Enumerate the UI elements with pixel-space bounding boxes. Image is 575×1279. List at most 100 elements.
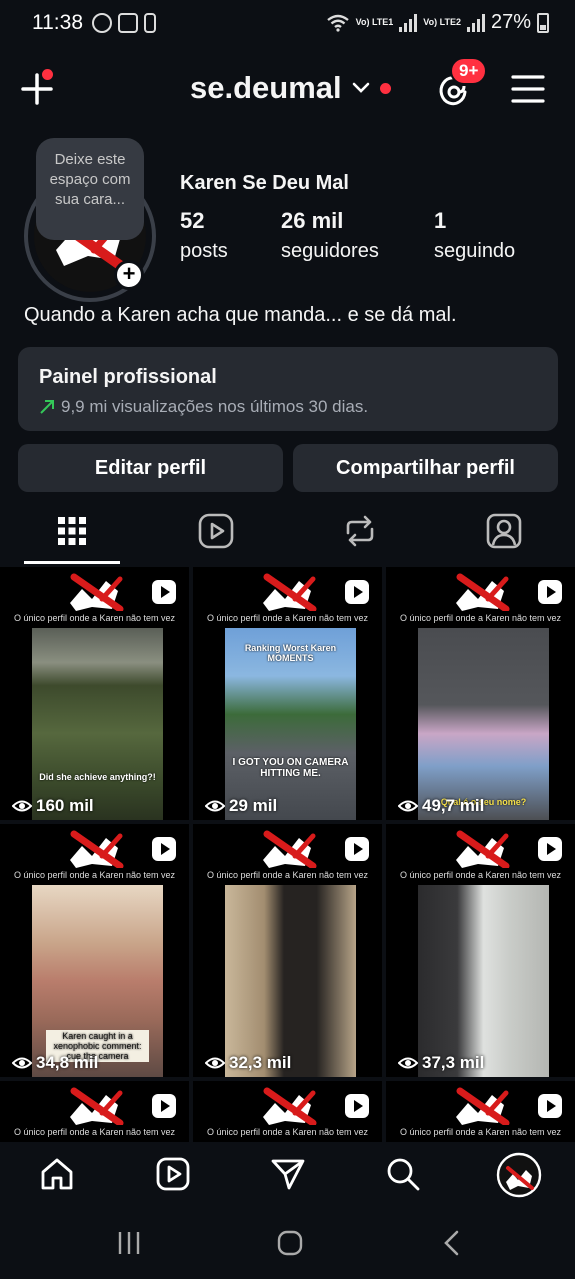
dashboard-title: Painel profissional (39, 366, 217, 388)
bottom-navigation (0, 1142, 575, 1210)
grid-post[interactable]: O único perfil onde a Karen não tem vez … (386, 567, 575, 820)
nav-home[interactable] (39, 1156, 75, 1192)
post-thumbnail (418, 628, 549, 820)
post-caption: O único perfil onde a Karen não tem vez (206, 613, 369, 623)
reel-indicator-icon (152, 837, 176, 861)
tab-reels[interactable] (196, 511, 236, 551)
home-icon (41, 1158, 73, 1190)
view-count-text: 34,8 mil (36, 1053, 99, 1072)
post-caption: O único perfil onde a Karen não tem vez (399, 1127, 562, 1137)
reel-indicator-icon (538, 837, 562, 861)
create-button[interactable] (20, 69, 54, 106)
send-icon (271, 1159, 305, 1190)
trend-up-icon (40, 400, 54, 414)
repost-icon (346, 515, 374, 547)
reel-indicator-icon (152, 580, 176, 604)
note-bubble[interactable]: Deixe este espaço com sua cara... (36, 138, 144, 240)
reel-indicator-icon (152, 1094, 176, 1118)
profile-avatar-icon (496, 1152, 542, 1198)
post-thumbnail (225, 885, 356, 1077)
eye-icon (398, 800, 418, 812)
reel-indicator-icon (345, 580, 369, 604)
chevron-down-icon (352, 82, 369, 93)
posts-count: 52 (180, 208, 205, 233)
grid-post[interactable]: O único perfil onde a Karen não tem vez … (0, 824, 189, 1077)
active-tab-indicator (24, 561, 120, 564)
display-name: Karen Se Deu Mal (180, 172, 349, 194)
brand-logo (263, 1087, 317, 1125)
add-story-button[interactable]: + (114, 260, 144, 290)
username: se.deumal (190, 70, 342, 105)
menu-button[interactable] (511, 74, 545, 104)
reels-icon (156, 1157, 190, 1191)
post-overlay-text: Did she achieve anything?! (39, 772, 156, 782)
grid-post[interactable]: O único perfil onde a Karen não tem vez … (193, 567, 382, 820)
post-thumbnail (32, 628, 163, 820)
create-notification-dot (42, 69, 53, 80)
view-count-text: 37,3 mil (422, 1053, 485, 1072)
tab-reposts[interactable] (340, 511, 380, 551)
view-count-text: 160 mil (36, 796, 94, 815)
reel-indicator-icon (345, 1094, 369, 1118)
recent-apps-button[interactable] (117, 1230, 141, 1256)
grid-post[interactable]: O único perfil onde a Karen não tem vez … (0, 567, 189, 820)
signal-icon (466, 13, 485, 32)
tab-posts-grid[interactable] (52, 511, 92, 551)
eye-icon (12, 800, 32, 812)
post-caption: O único perfil onde a Karen não tem vez (206, 1127, 369, 1137)
account-notification-dot (379, 82, 391, 94)
view-count-text: 32,3 mil (229, 1053, 292, 1072)
brand-logo (70, 573, 124, 611)
post-caption: O único perfil onde a Karen não tem vez (399, 613, 562, 623)
brand-logo (263, 830, 317, 868)
back-button[interactable] (442, 1230, 460, 1256)
grid-post[interactable]: O único perfil onde a Karen não tem vez … (386, 824, 575, 1077)
professional-dashboard[interactable]: Painel profissional 9,9 mi visualizações… (18, 347, 558, 431)
followers-label: seguidores (281, 240, 379, 262)
account-switcher[interactable]: se.deumal (190, 70, 391, 106)
eye-icon (12, 1057, 32, 1069)
grid-post[interactable]: O único perfil onde a Karen não tem vez … (193, 824, 382, 1077)
brand-logo (70, 830, 124, 868)
nav-messages[interactable] (270, 1156, 306, 1192)
view-count: 29 mil (205, 796, 277, 816)
view-count-text: 29 mil (229, 796, 278, 815)
home-button[interactable] (277, 1230, 303, 1256)
eye-icon (398, 1057, 418, 1069)
following-label: seguindo (434, 240, 516, 262)
brand-logo (456, 1087, 510, 1125)
reel-indicator-icon (538, 1094, 562, 1118)
brand-logo (70, 1087, 124, 1125)
posts-grid: O único perfil onde a Karen não tem vez … (0, 567, 575, 1142)
share-profile-button[interactable]: Compartilhar perfil (293, 444, 558, 492)
signal-icon (399, 13, 418, 32)
grid-post[interactable]: O único perfil onde a Karen não tem vez (386, 1081, 575, 1142)
reel-indicator-icon (538, 580, 562, 604)
hamburger-icon (511, 75, 545, 103)
device-icon (144, 13, 156, 33)
battery-percent: 27% (490, 11, 531, 33)
post-overlay-text: Ranking Worst Karen MOMENTS (244, 643, 337, 663)
sim1-label: Vo) LTE1 (355, 17, 394, 27)
edit-profile-button[interactable]: Editar perfil (18, 444, 283, 492)
posts-stat[interactable]: 52 posts (180, 208, 228, 263)
view-count: 34,8 mil (12, 1053, 98, 1073)
followers-stat[interactable]: 26 mil seguidores (281, 208, 379, 263)
nav-profile[interactable] (496, 1152, 542, 1198)
view-count-text: 49,7 mil (422, 796, 485, 815)
grid-post[interactable]: O único perfil onde a Karen não tem vez (193, 1081, 382, 1142)
voicemail-icon (118, 13, 138, 33)
following-count: 1 (434, 208, 447, 233)
posts-label: posts (180, 240, 228, 262)
post-caption: O único perfil onde a Karen não tem vez (206, 870, 369, 880)
dashboard-subtitle: 9,9 mi visualizações nos últimos 30 dias… (61, 397, 369, 416)
nav-reels[interactable] (155, 1156, 191, 1192)
brand-logo (456, 830, 510, 868)
grid-post[interactable]: O único perfil onde a Karen não tem vez (0, 1081, 189, 1142)
reels-icon (198, 513, 234, 549)
followers-count: 26 mil (281, 208, 344, 233)
nav-search[interactable] (385, 1156, 421, 1192)
following-stat[interactable]: 1 seguindo (434, 208, 515, 263)
tab-tagged[interactable] (484, 511, 524, 551)
view-count: 160 mil (12, 796, 94, 816)
